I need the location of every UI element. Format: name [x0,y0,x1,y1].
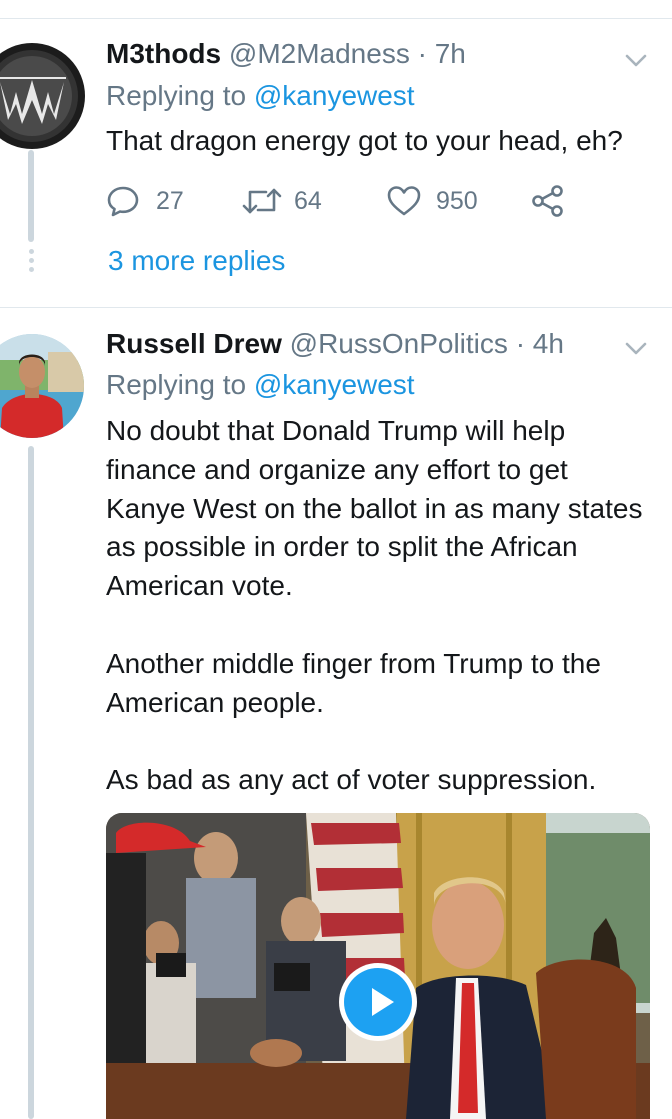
play-icon [344,968,412,1036]
thread-line [28,446,34,1119]
more-replies-link[interactable]: 3 more replies [108,245,285,277]
like-count: 950 [436,186,478,215]
tweet-text: No doubt that Donald Trump will help fin… [106,412,654,800]
like-button[interactable]: 950 [386,181,478,221]
retweet-count: 64 [294,186,322,215]
retweet-icon [242,188,282,214]
avatar-m3thods-logo [0,43,85,149]
mention-link[interactable]: @kanyewest [254,80,415,111]
display-name-text[interactable]: M3thods [106,38,221,69]
tweet-paragraph: That dragon energy got to your head, eh? [106,125,623,156]
display-name[interactable]: Russell Drew @RussOnPolitics · 4h [106,328,564,360]
reply-icon [107,186,139,217]
tweet-paragraph: As bad as any act of voter suppression. [106,764,597,796]
handle[interactable]: @M2Madness [229,38,410,69]
chevron-down-icon[interactable] [622,334,650,362]
thread-line [28,150,34,242]
replying-to-label: Replying to [106,369,247,400]
tweet-paragraph: No doubt that Donald Trump will help fin… [106,415,643,602]
replying-to-label: Replying to [106,80,247,111]
tweet-actions: 27 64 950 [106,181,566,221]
mention-link[interactable]: @kanyewest [254,369,415,400]
retweet-button[interactable]: 64 [242,181,322,221]
replying-to: Replying to @kanyewest [106,369,415,401]
tweet-paragraph: Another middle finger from Trump to the … [106,647,601,718]
reply-button[interactable]: 27 [106,181,184,221]
replying-to: Replying to @kanyewest [106,80,415,112]
display-name-text[interactable]: Russell Drew [106,328,282,359]
thread-dots [27,249,35,276]
timestamp[interactable]: · 4h [516,328,564,359]
chevron-down-icon[interactable] [622,46,650,74]
tweet-m3thods[interactable]: M3thods @M2Madness · 7h Replying to @kan… [0,0,672,307]
reply-count: 27 [156,186,184,215]
share-icon [532,185,563,217]
timestamp[interactable]: · 7h [418,38,466,69]
display-name[interactable]: M3thods @M2Madness · 7h [106,38,466,70]
tweet-text: That dragon energy got to your head, eh? [106,122,654,161]
avatar-russell-photo [0,334,84,438]
video-preview[interactable] [106,813,650,1119]
like-icon [387,186,421,216]
play-button[interactable] [339,963,417,1041]
avatar[interactable] [0,42,86,150]
handle[interactable]: @RussOnPolitics [290,328,508,359]
share-button[interactable] [530,181,566,221]
avatar[interactable] [0,330,86,438]
